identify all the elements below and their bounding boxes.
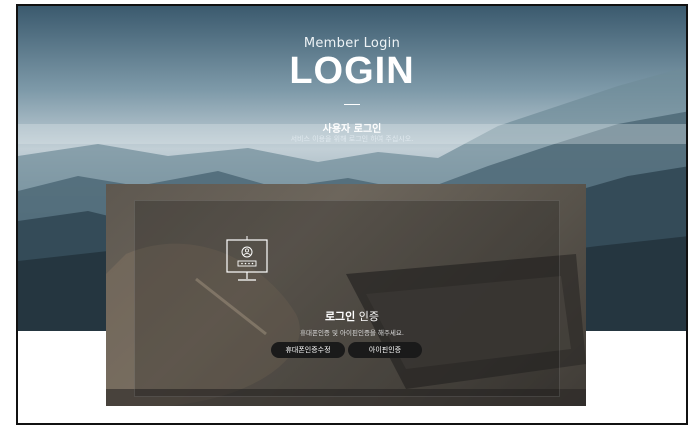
ipin-auth-button[interactable]: 아이핀인증: [348, 342, 422, 358]
auth-description: 휴대폰인증 및 아이핀인증을 해주세요.: [300, 329, 404, 337]
member-login-subtitle: Member Login: [303, 36, 401, 51]
login-description: 서비스 이용을 위해 로그인 하여 주십시오.: [290, 135, 414, 143]
title-divider: [344, 104, 360, 105]
auth-title: 로그인 인증: [324, 310, 380, 323]
auth-panel: [106, 184, 586, 406]
page-title: LOGIN: [289, 50, 415, 92]
user-login-heading: 사용자 로그인: [322, 124, 382, 135]
page-frame: Member Login LOGIN 사용자 로그인 서비스 이용을 위해 로그…: [16, 4, 688, 425]
auth-box: [134, 200, 560, 397]
monitor-user-icon: [226, 236, 268, 281]
phone-auth-button[interactable]: 휴대폰인증수정: [271, 342, 345, 358]
